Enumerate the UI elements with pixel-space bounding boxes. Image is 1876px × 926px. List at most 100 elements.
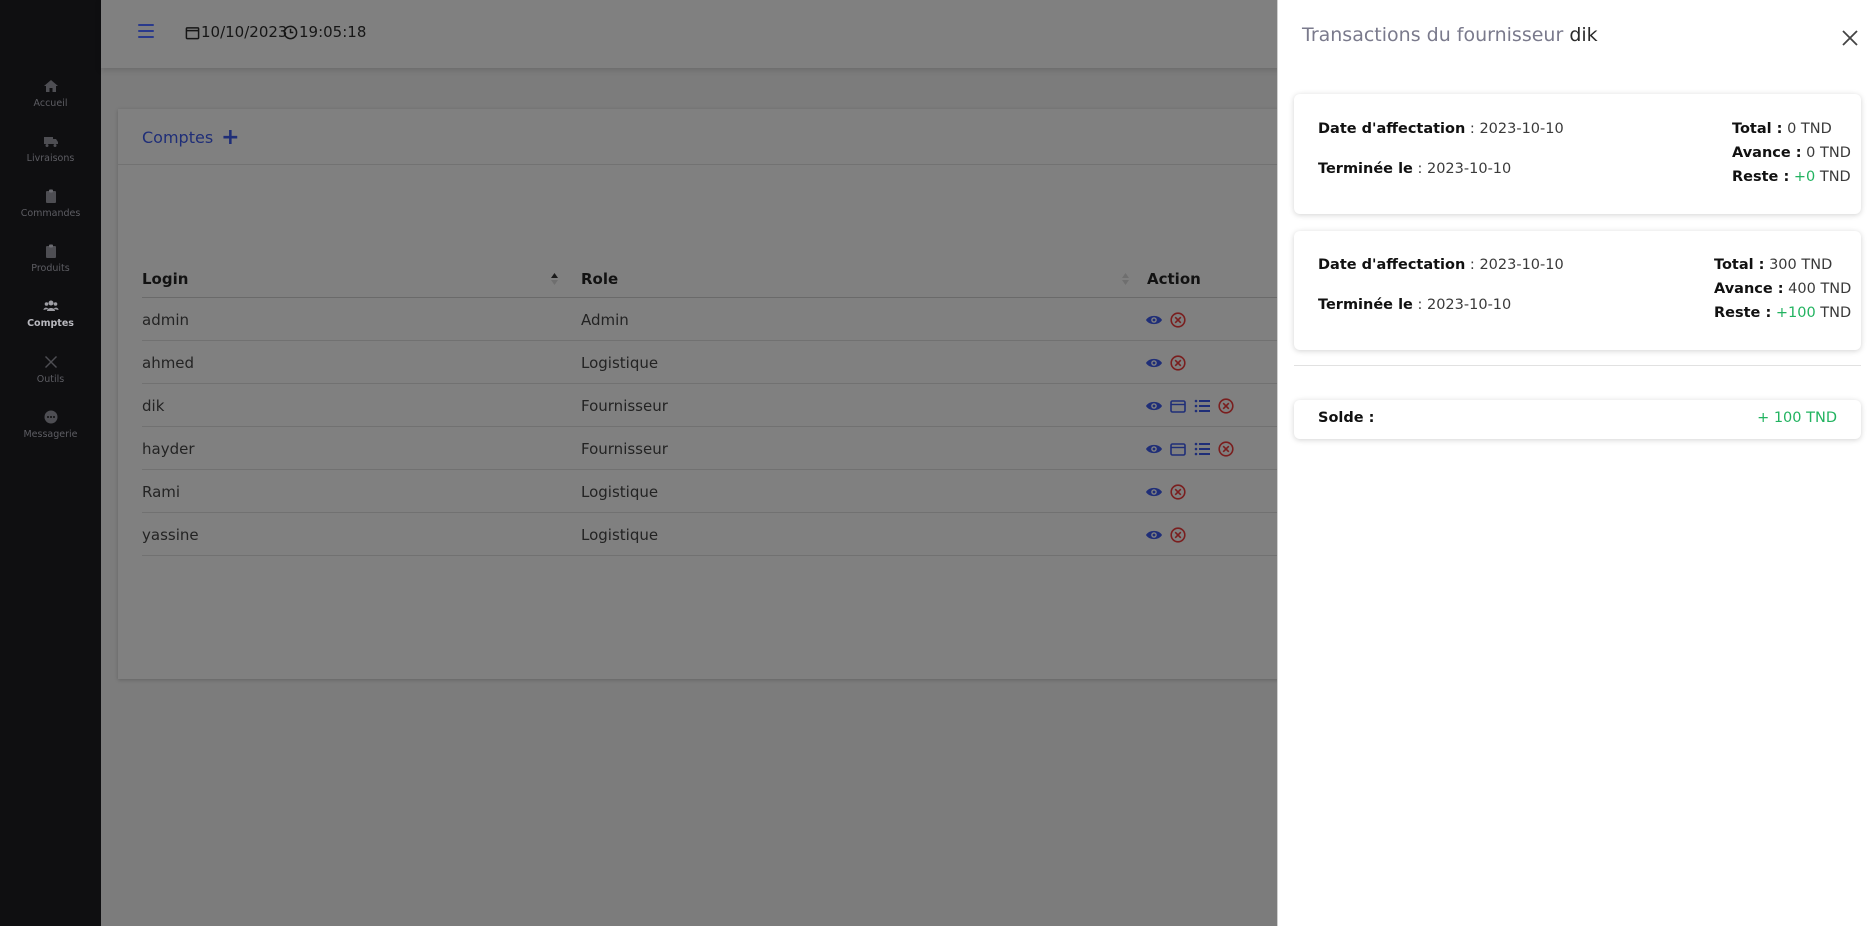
list-icon[interactable] <box>1193 397 1211 415</box>
card-header: Comptes + <box>118 109 1418 165</box>
panel-title-prefix: Transactions du fournisseur <box>1302 24 1564 46</box>
delete-icon[interactable] <box>1169 526 1187 544</box>
balance-label: Solde : <box>1318 410 1374 426</box>
cell-login: dik <box>142 397 165 415</box>
sidebar-item-livraisons[interactable]: Livraisons <box>0 133 101 164</box>
total-label: Total : <box>1714 257 1765 273</box>
cell-role: Fournisseur <box>581 440 668 458</box>
assignment-date: Date d'affectation : 2023-10-10 <box>1318 257 1564 273</box>
table-row: dik Fournisseur <box>142 384 1418 427</box>
cell-role: Logistique <box>581 526 659 544</box>
delete-icon[interactable] <box>1169 311 1187 329</box>
avance-label: Avance : <box>1714 281 1784 297</box>
add-account-button[interactable]: + <box>221 126 239 148</box>
sidebar-item-label: Messagerie <box>23 429 78 440</box>
end-date-value: 2023-10-10 <box>1426 297 1512 313</box>
current-date: 10/10/2023 <box>185 23 287 41</box>
delete-icon[interactable] <box>1169 483 1187 501</box>
reste-unit: TND <box>1819 169 1851 185</box>
cell-role: Fournisseur <box>581 397 668 415</box>
delete-icon[interactable] <box>1169 354 1187 372</box>
balance-value: + 100 TND <box>1757 410 1837 426</box>
avance-label: Avance : <box>1732 145 1802 161</box>
table-row: ahmed Logistique <box>142 341 1418 384</box>
sidebar-item-commandes[interactable]: Commandes <box>0 188 101 219</box>
row-actions <box>1145 440 1235 458</box>
accounts-card: Comptes + Login Role Action admin Admin ah… <box>118 109 1418 679</box>
truck-icon <box>43 137 58 147</box>
column-header-login[interactable]: Login <box>142 270 188 288</box>
sidebar-item-messagerie[interactable]: Messagerie <box>0 409 101 440</box>
sort-asc-icon[interactable] <box>550 272 559 286</box>
column-header-action: Action <box>1147 270 1201 288</box>
reste-line: Reste : +0 TND <box>1732 169 1851 185</box>
chat-icon <box>44 410 57 424</box>
clipboard-icon <box>45 244 56 258</box>
view-icon[interactable] <box>1145 526 1163 544</box>
transaction-card: Date d'affectation : 2023-10-10 Terminée… <box>1294 94 1861 214</box>
assignment-date-label: Date d'affectation <box>1318 257 1466 273</box>
sort-icon[interactable] <box>1121 272 1130 286</box>
view-icon[interactable] <box>1145 483 1163 501</box>
reste-value: +100 <box>1775 305 1816 321</box>
view-icon[interactable] <box>1145 311 1163 329</box>
date-text: 10/10/2023 <box>201 23 288 41</box>
calendar-icon <box>185 26 200 39</box>
end-date-value: 2023-10-10 <box>1426 161 1512 177</box>
total-label: Total : <box>1732 121 1783 137</box>
total-value: 0 TND <box>1787 121 1832 137</box>
assignment-date-value: 2023-10-10 <box>1479 257 1564 273</box>
sidebar-item-label: Outils <box>36 374 65 385</box>
supplier-name: dik <box>1569 24 1598 46</box>
close-icon[interactable] <box>1840 28 1860 48</box>
sidebar-item-label: Comptes <box>27 318 74 329</box>
view-icon[interactable] <box>1145 440 1163 458</box>
users-icon <box>43 300 58 311</box>
sidebar-item-label: Livraisons <box>26 153 75 164</box>
reste-label: Reste : <box>1732 169 1790 185</box>
cell-login: ahmed <box>142 354 195 372</box>
end-date-label: Terminée le <box>1318 297 1413 313</box>
view-icon[interactable] <box>1145 354 1163 372</box>
card-title: Comptes + <box>142 126 240 148</box>
reste-unit: TND <box>1820 305 1852 321</box>
table-row: Rami Logistique <box>142 470 1418 513</box>
column-header-role[interactable]: Role <box>581 270 618 288</box>
reste-label: Reste : <box>1714 305 1772 321</box>
balance-card: Solde : + 100 TND <box>1294 400 1861 439</box>
menu-toggle-icon[interactable] <box>138 24 154 38</box>
row-actions <box>1145 354 1187 372</box>
assignment-date: Date d'affectation : 2023-10-10 <box>1318 121 1564 137</box>
home-icon <box>43 80 58 92</box>
assignment-date-label: Date d'affectation <box>1318 121 1466 137</box>
avance-line: Avance : 400 TND <box>1714 281 1851 297</box>
time-text: 19:05:18 <box>299 23 367 41</box>
wallet-icon[interactable] <box>1169 440 1187 458</box>
sidebar-item-outils[interactable]: Outils <box>0 354 101 385</box>
avance-value: 0 TND <box>1806 145 1851 161</box>
reste-value: +0 <box>1793 169 1816 185</box>
cell-login: yassine <box>142 526 199 544</box>
total-line: Total : 0 TND <box>1732 121 1832 137</box>
delete-icon[interactable] <box>1217 440 1235 458</box>
sidebar-item-label: Accueil <box>33 98 68 109</box>
delete-icon[interactable] <box>1217 397 1235 415</box>
wallet-icon[interactable] <box>1169 397 1187 415</box>
avance-line: Avance : 0 TND <box>1732 145 1851 161</box>
cell-login: Rami <box>142 483 181 501</box>
table-row: hayder Fournisseur <box>142 427 1418 470</box>
list-icon[interactable] <box>1193 440 1211 458</box>
table-row: yassine Logistique <box>142 513 1418 556</box>
current-time: 19:05:18 <box>283 23 366 41</box>
view-icon[interactable] <box>1145 397 1163 415</box>
transactions-panel: Transactions du fournisseur dik Date d'a… <box>1277 0 1876 926</box>
sidebar-item-produits[interactable]: Produits <box>0 243 101 274</box>
sidebar-item-comptes[interactable]: Comptes <box>0 298 101 329</box>
clipboard-icon <box>45 189 56 203</box>
total-line: Total : 300 TND <box>1714 257 1832 273</box>
panel-divider <box>1294 365 1861 366</box>
sidebar-item-accueil[interactable]: Accueil <box>0 78 101 109</box>
tools-icon <box>44 356 57 368</box>
assignment-date-value: 2023-10-10 <box>1479 121 1564 137</box>
card-title-text: Comptes <box>142 128 214 147</box>
